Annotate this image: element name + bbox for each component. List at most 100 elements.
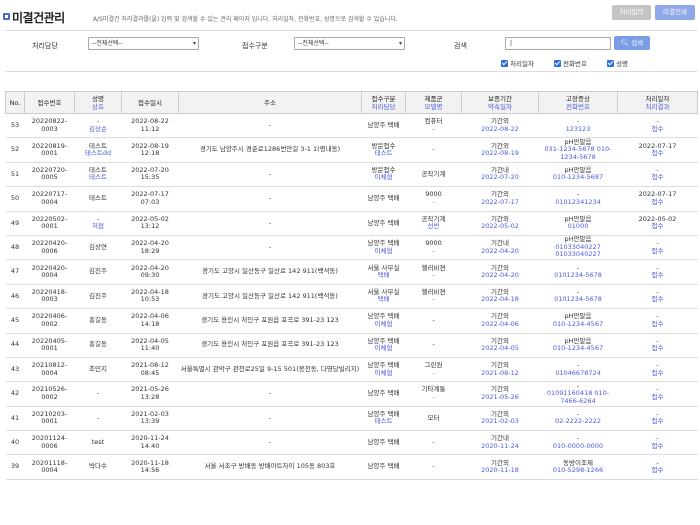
cell-processed-r2[interactable]: 접수 bbox=[619, 247, 697, 256]
cell-processed-r2[interactable]: 접수 bbox=[619, 174, 697, 182]
cell-name-n2[interactable]: 김상순 bbox=[76, 125, 121, 134]
table-row[interactable]: 43 20210812-0004 조민지 2021-08-12 08:45 서울특별시 관… bbox=[5, 356, 698, 383]
cell-warranty-w2[interactable]: 2020-11-24 bbox=[463, 442, 538, 451]
cell-processed-r2[interactable]: 접수 bbox=[619, 369, 697, 378]
cell-warranty-w2[interactable]: 2022-04-20 bbox=[463, 247, 538, 256]
table-row[interactable]: 44 20220405-0001 홍길동 2022-04-05 11:40 경기도 용인시… bbox=[5, 332, 698, 358]
cell-name-n2[interactable]: 테스트dd bbox=[76, 150, 121, 158]
cell-name-n2[interactable]: 처협 bbox=[76, 223, 121, 231]
cell-processed-r2[interactable]: 접수 bbox=[619, 345, 697, 353]
cell-symptom-s2[interactable]: 0101234-5678 bbox=[540, 272, 617, 280]
cell-processed-r2[interactable]: 접수 bbox=[619, 125, 697, 134]
cell-category-c2[interactable]: 이체협 bbox=[363, 174, 405, 182]
cell-processed-r2[interactable]: 접수 bbox=[619, 393, 697, 402]
cell-category-c2[interactable]: 이체협 bbox=[363, 247, 405, 256]
cell-processed-r2[interactable]: 접수 bbox=[619, 223, 697, 231]
col-no[interactable]: No. bbox=[5, 91, 25, 114]
search-button[interactable]: 🔍︎ 검색 bbox=[614, 36, 650, 50]
table-row[interactable]: 53 20220822-0003- 김상순 2022-08-22 11:12- 남양주 택… bbox=[5, 112, 698, 139]
cell-warranty-w2[interactable]: 2022-08-22 bbox=[463, 125, 538, 134]
col-symptom[interactable]: 고장증상 전화번호 bbox=[538, 91, 618, 114]
cell-warranty-w2[interactable]: 2022-07-17 bbox=[463, 198, 538, 207]
col-receipt-no[interactable]: 접수번호 bbox=[24, 91, 75, 114]
process-input-button[interactable]: 처리입력 bbox=[612, 5, 651, 20]
cell-processed-r2[interactable]: 접수 bbox=[619, 272, 697, 280]
cell-warranty-w2[interactable]: 2021-08-12 bbox=[463, 369, 538, 378]
manager-select[interactable]: --전체선택-- ▾ bbox=[88, 37, 199, 50]
checkbox-date[interactable]: 처리일자 bbox=[501, 58, 534, 68]
cell-symptom-s2[interactable]: 010-0000-0000 bbox=[540, 442, 617, 451]
cell-symptom-s2[interactable]: 01000 bbox=[540, 223, 617, 231]
cell-product-p2[interactable]: - bbox=[407, 296, 461, 304]
cell-processed-r2[interactable]: 접수 bbox=[619, 296, 697, 304]
cell-product-p2[interactable]: 선반 bbox=[407, 223, 461, 231]
table-row[interactable]: 41 20210203-0001-2021-02-03 13:39- 남양주 택배 테스… bbox=[5, 405, 698, 432]
cell-warranty-w2[interactable]: 2022-04-05 bbox=[463, 345, 538, 353]
cell-warranty-w2[interactable]: 2022-07-20 bbox=[463, 174, 538, 182]
col-warranty[interactable]: 보증기간 약속일자 bbox=[461, 91, 539, 114]
cell-symptom-s2[interactable]: 123123 bbox=[540, 125, 617, 134]
col-address[interactable]: 주소 bbox=[178, 91, 362, 114]
cell-symptom-s2[interactable]: 010-1234-4567 bbox=[540, 345, 617, 353]
cell-warranty-w2[interactable]: 2021-05-26 bbox=[463, 393, 538, 402]
cell-symptom-s2[interactable]: 0101234-5678 bbox=[540, 296, 617, 304]
cell-product-p2[interactable]: - bbox=[407, 393, 461, 402]
cell-processed-r2[interactable]: 접수 bbox=[619, 418, 697, 426]
cell-symptom-s2[interactable]: 01033040227 01033040227 bbox=[540, 243, 617, 259]
cell-product-p2[interactable]: - bbox=[407, 272, 461, 280]
cell-symptom-s2[interactable]: 010-5298-1266 bbox=[540, 467, 617, 475]
cell-category-c2[interactable]: 이체협 bbox=[363, 345, 405, 353]
table-row[interactable]: 40 20201124-0006 test 2020-11-24 14:40- 남양주 택… bbox=[5, 430, 698, 456]
cell-warranty-w2[interactable]: 2022-05-02 bbox=[463, 223, 538, 231]
cell-processed-r2[interactable]: 접수 bbox=[619, 150, 697, 158]
col-name[interactable]: 성명 상호 bbox=[74, 91, 122, 114]
cell-name-n2[interactable]: 테스트 bbox=[76, 174, 121, 182]
table-row[interactable]: 51 20220720-0005 테스트 테스트 2022-07-20 15:35- 방문접… bbox=[5, 161, 698, 188]
cell-product-p2[interactable]: - bbox=[407, 198, 461, 207]
table-row[interactable]: 45 20220406-0002 홍길동 2022-04-06 14:18 경기도 용인시… bbox=[5, 308, 698, 334]
cell-symptom-s2[interactable]: 01091160418 010-7466-6264 bbox=[540, 389, 617, 405]
cell-processed-r2[interactable]: 접수 bbox=[619, 467, 697, 475]
cell-symptom-s2[interactable]: 02-2222-2222 bbox=[540, 418, 617, 426]
table-row[interactable]: 50 20220717-0004 테스트 2022-07-17 07:03- 남양주 택배… bbox=[5, 186, 698, 212]
cell-symptom-s2[interactable]: 01046678724 bbox=[540, 369, 617, 378]
cell-warranty-w2[interactable]: 2022-04-18 bbox=[463, 296, 538, 304]
table-row[interactable]: 46 20220418-0003 김진주 2022-04-18 10:53 경기도 고양시… bbox=[5, 283, 698, 310]
col-product[interactable]: 제품군 모델명 bbox=[405, 91, 462, 114]
cell-warranty-w2[interactable]: 2021-02-03 bbox=[463, 418, 538, 426]
cell-warranty-w2[interactable]: 2022-04-20 bbox=[463, 272, 538, 280]
table-row[interactable]: 49 20220502-0001- 처협 2022-05-02 13:12- 남양주 택배… bbox=[5, 210, 698, 236]
col-category[interactable]: 접수구분 처리담당 bbox=[361, 91, 406, 114]
checkbox-phone[interactable]: 전화번호 bbox=[554, 58, 587, 68]
cell-symptom-s2[interactable]: 010-1234-5687 bbox=[540, 174, 617, 182]
cell-category-c2[interactable]: 택배 bbox=[363, 296, 405, 304]
cell-processed-r2[interactable]: 접수 bbox=[619, 198, 697, 207]
cell-symptom-s2[interactable]: 031-1234-5678 010-1234-5678 bbox=[540, 146, 617, 161]
cell-category-c2[interactable]: 테스트 bbox=[363, 418, 405, 426]
table-row[interactable]: 52 20220819-0001 테스트 테스트dd 2022-08-19 12:18 경기… bbox=[5, 137, 698, 163]
cell-warranty-w2[interactable]: 2020-11-18 bbox=[463, 467, 538, 475]
cell-category-c2[interactable]: 이체협 bbox=[363, 320, 405, 329]
cell-category-c2[interactable]: 이체협 bbox=[363, 369, 405, 378]
table-row[interactable]: 39 20201118-0004 박다수 2020-11-18 14:56 서울 서초구 … bbox=[5, 454, 698, 480]
table-row[interactable]: 42 20210526-0002-2021-05-26 13:28- 남양주 택배 기타… bbox=[5, 381, 698, 407]
cell-processed-r2[interactable]: 접수 bbox=[619, 320, 697, 329]
cell-processed-r2[interactable]: 접수 bbox=[619, 442, 697, 451]
cell-product-p2[interactable]: - bbox=[407, 125, 461, 134]
cell-category-c2[interactable]: 택배 bbox=[363, 272, 405, 280]
category-select[interactable]: --전체선택-- ▾ bbox=[294, 37, 405, 50]
cell-warranty-w2[interactable]: 2022-04-06 bbox=[463, 320, 538, 329]
search-input[interactable]: | bbox=[505, 37, 611, 50]
checkbox-name[interactable]: 성명 bbox=[607, 58, 628, 68]
cell-category-c2[interactable]: 테스트 bbox=[363, 150, 405, 158]
col-date[interactable]: 접수일시 bbox=[121, 91, 179, 114]
col-processed[interactable]: 처리일자 처리결과 bbox=[617, 91, 698, 114]
table-row[interactable]: 47 20220420-0004 김진주 2022-04-20 09:30 경기도 고양시… bbox=[5, 259, 698, 285]
cell-product-p2[interactable]: - bbox=[407, 369, 461, 378]
cell-product-p2[interactable]: - bbox=[407, 247, 461, 256]
print-pending-button[interactable]: 미결인쇄 bbox=[655, 5, 695, 20]
table-row[interactable]: 48 20220420-0006 김상연 2022-04-20 18:29- 남양주 택배… bbox=[5, 234, 698, 261]
cell-symptom-s2[interactable]: 01012341234 bbox=[540, 198, 617, 207]
cell-warranty-w2[interactable]: 2022-08-19 bbox=[463, 150, 538, 158]
cell-symptom-s2[interactable]: 010-1234-4567 bbox=[540, 320, 617, 329]
